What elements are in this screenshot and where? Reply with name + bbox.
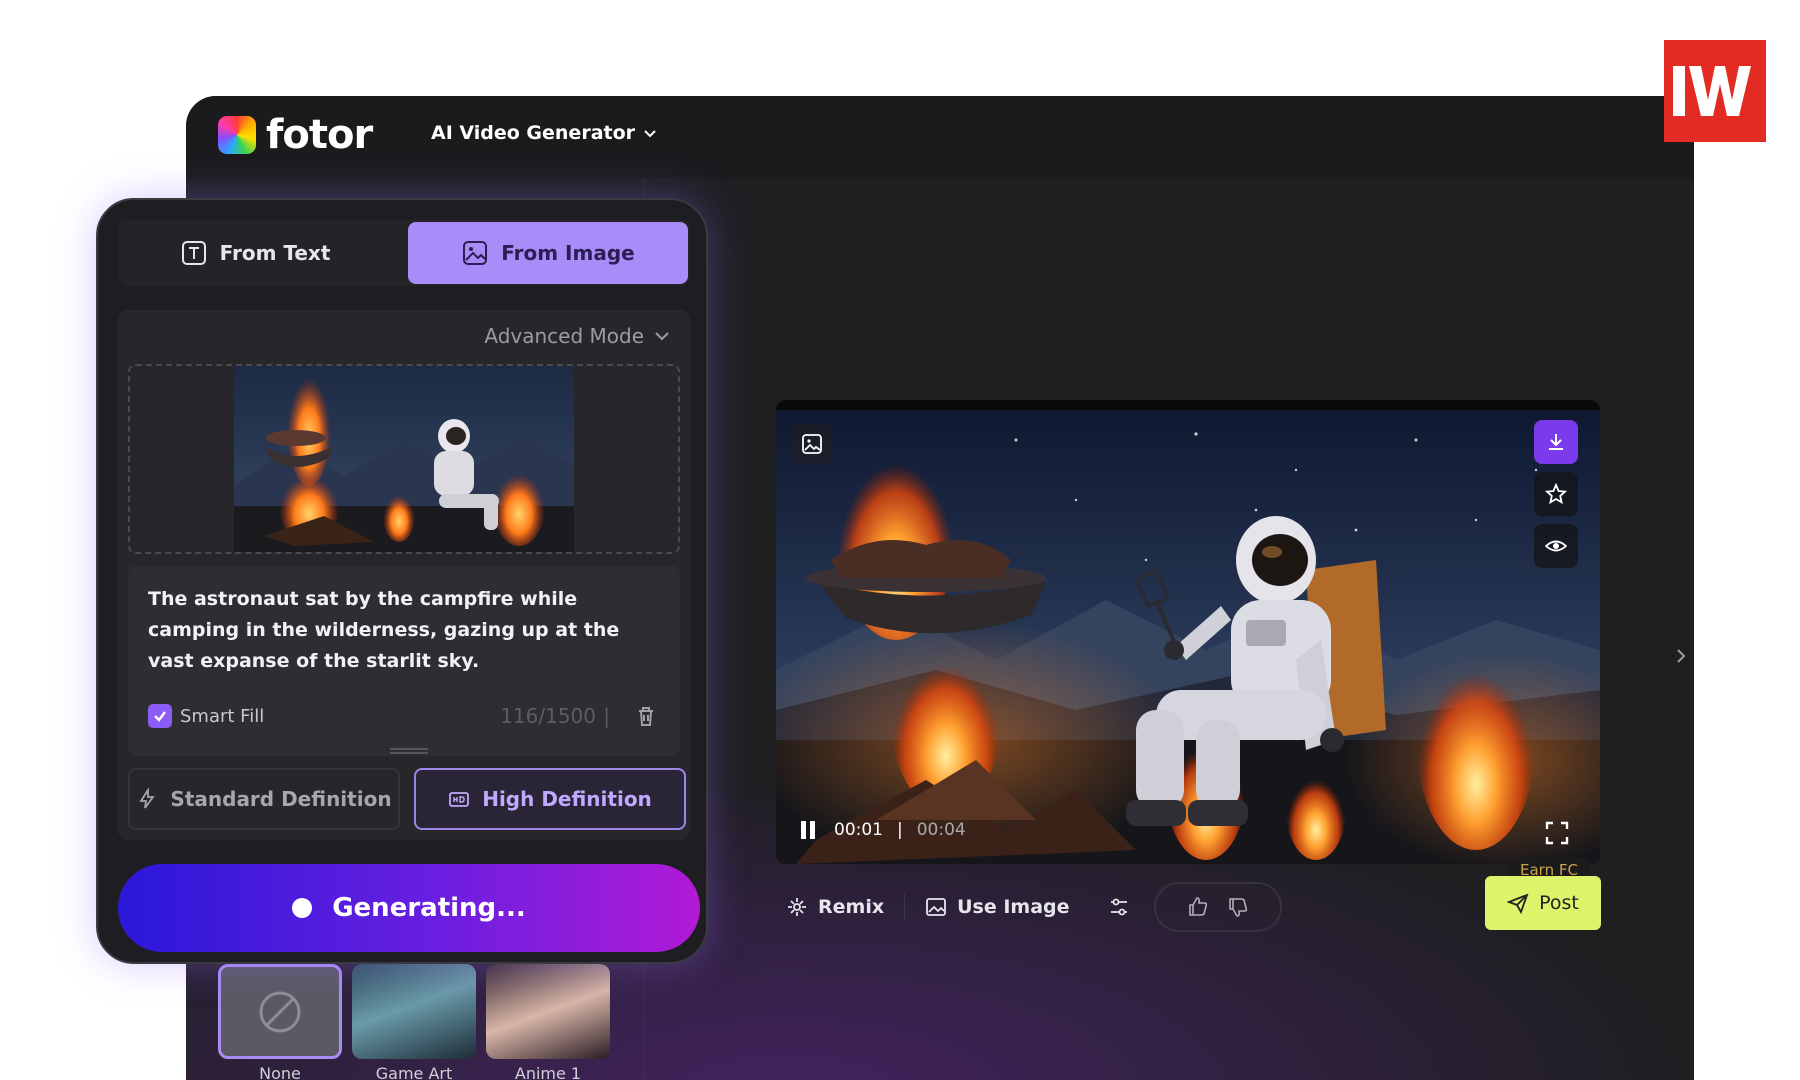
style-label-game-art: Game Art	[375, 1064, 453, 1080]
feedback-group	[1153, 882, 1282, 932]
post-label: Post	[1539, 892, 1579, 914]
playback-controls: 00:01 | 00:04	[796, 818, 966, 842]
sliders-icon	[1110, 898, 1127, 916]
remix-icon	[788, 898, 806, 916]
style-card-game-art[interactable]	[352, 964, 476, 1059]
send-icon	[1507, 893, 1529, 914]
generator-panel: From Text From Image Advanced Mode The a…	[96, 198, 708, 964]
character-count: 116/1500	[500, 704, 596, 728]
adjust-button[interactable]	[1108, 896, 1130, 918]
fullscreen-icon[interactable]	[1544, 820, 1570, 846]
action-separator	[904, 894, 906, 920]
high-definition-button[interactable]: High Definition	[414, 768, 686, 830]
smart-fill-checkbox[interactable]	[148, 704, 172, 728]
top-bar: fotor AI Video Generator	[186, 96, 1694, 178]
pause-icon[interactable]	[796, 818, 820, 842]
count-separator: |	[603, 704, 610, 728]
tab-from-image-label: From Image	[501, 241, 635, 265]
current-time: 00:01	[834, 820, 883, 840]
fotor-logo[interactable]: fotor	[218, 112, 373, 158]
resize-handle[interactable]	[390, 748, 428, 754]
preview-button[interactable]	[1534, 524, 1578, 568]
eye-icon	[1545, 540, 1567, 552]
advanced-mode-dropdown[interactable]: Advanced Mode	[484, 324, 670, 348]
style-card-none[interactable]	[218, 964, 342, 1059]
advanced-mode-label: Advanced Mode	[484, 324, 644, 348]
chevron-down-icon	[644, 130, 656, 138]
video-frame	[776, 410, 1600, 864]
generate-button-label: Generating...	[332, 893, 526, 923]
standard-definition-button[interactable]: Standard Definition	[128, 768, 400, 830]
post-button[interactable]: Post	[1485, 876, 1601, 930]
image-icon	[463, 241, 488, 265]
high-definition-label: High Definition	[482, 787, 652, 811]
total-time: 00:04	[916, 820, 966, 840]
image-upload-area[interactable]	[128, 364, 680, 554]
iw-watermark-logo	[1664, 40, 1766, 142]
style-card-anime-1[interactable]	[486, 964, 610, 1059]
source-tabs: From Text From Image	[118, 220, 690, 286]
use-image-label: Use Image	[957, 896, 1070, 918]
trash-icon[interactable]	[634, 704, 658, 728]
use-image-icon	[926, 898, 946, 916]
download-button[interactable]	[1534, 420, 1578, 464]
product-dropdown-label: AI Video Generator	[431, 122, 636, 144]
star-icon	[1545, 483, 1567, 505]
smart-fill-label: Smart Fill	[180, 705, 265, 727]
stage: fotor AI Video Generator None Game Art A…	[0, 0, 1800, 1080]
remix-button[interactable]: Remix	[786, 896, 884, 918]
use-image-button[interactable]: Use Image	[925, 896, 1070, 918]
chevron-down-icon	[655, 332, 669, 341]
panel-body: Advanced Mode The astronaut sat by the c…	[118, 310, 690, 840]
next-arrow-button[interactable]	[1668, 626, 1694, 686]
thumbs-down-icon[interactable]	[1226, 895, 1250, 919]
style-label-anime-1: Anime 1	[514, 1064, 582, 1080]
uploaded-image-thumbnail	[234, 366, 574, 552]
check-icon	[154, 711, 166, 722]
prompt-text[interactable]: The astronaut sat by the campfire while …	[148, 584, 668, 677]
remix-label: Remix	[818, 896, 885, 918]
tab-from-text[interactable]: From Text	[120, 222, 390, 284]
lightning-icon	[139, 788, 156, 809]
fotor-logo-icon	[218, 116, 256, 154]
hd-icon	[449, 792, 470, 807]
time-separator: |	[897, 820, 903, 840]
product-dropdown[interactable]: AI Video Generator	[431, 122, 657, 144]
chevron-right-icon	[1677, 649, 1686, 663]
style-label-none: None	[259, 1064, 301, 1080]
loading-dot-icon	[292, 898, 313, 918]
thumbs-up-icon[interactable]	[1186, 895, 1210, 919]
download-icon	[1549, 434, 1563, 450]
text-icon	[181, 241, 206, 265]
action-bar: Remix Use Image	[786, 882, 1282, 932]
generate-button[interactable]: Generating...	[118, 864, 700, 952]
tab-from-text-label: From Text	[219, 241, 331, 265]
iw-logo-icon	[1673, 66, 1751, 116]
prompt-box[interactable]: The astronaut sat by the campfire while …	[128, 566, 680, 756]
standard-definition-label: Standard Definition	[170, 787, 392, 811]
image-thumbnail-icon	[802, 434, 822, 454]
image-icon[interactable]	[792, 424, 832, 464]
logo-text: fotor	[266, 112, 373, 158]
tab-from-image[interactable]: From Image	[408, 222, 688, 284]
campfire-astronaut-image	[234, 366, 574, 552]
video-player[interactable]: 00:01 | 00:04	[776, 400, 1600, 864]
favorite-button[interactable]	[1534, 472, 1578, 516]
none-icon	[259, 991, 301, 1032]
smart-fill-toggle[interactable]: Smart Fill	[148, 704, 264, 728]
